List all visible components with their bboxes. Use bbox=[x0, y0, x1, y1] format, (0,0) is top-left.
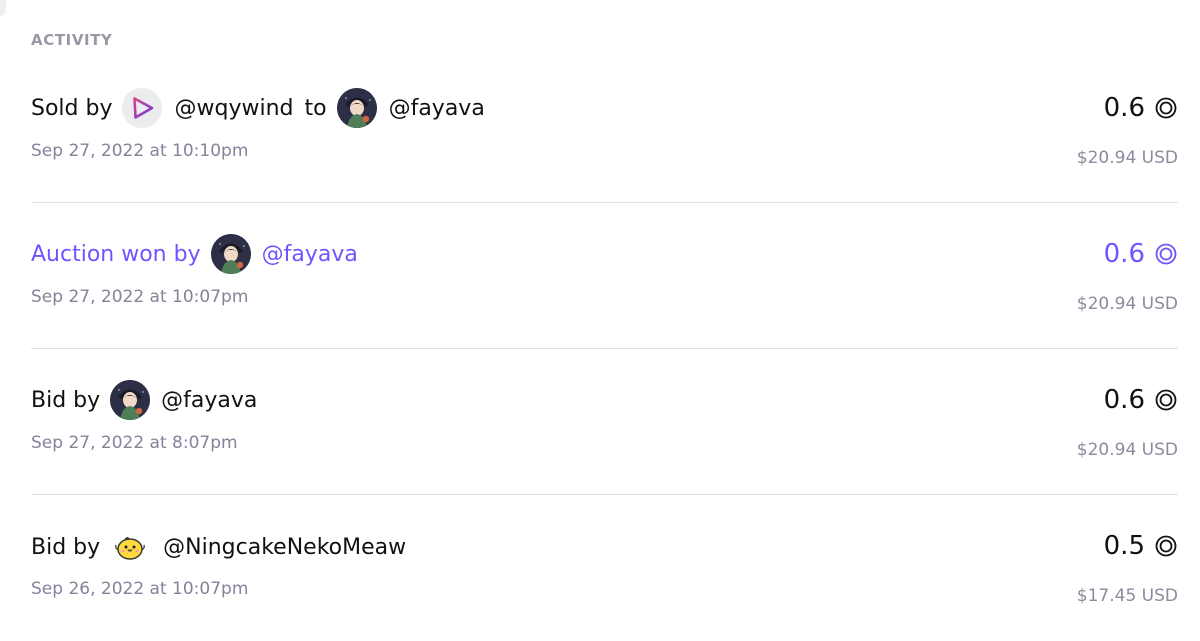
activity-date: Sep 27, 2022 at 10:10pm bbox=[31, 141, 249, 161]
connector-text: to bbox=[304, 95, 327, 121]
activity-item-sold: Sold by @wqywind to @fayava Sep 27, 2022… bbox=[31, 57, 1178, 203]
anime-character-avatar[interactable] bbox=[336, 88, 377, 128]
activity-event-line: Bid by @fayava bbox=[31, 379, 257, 421]
eth-icon bbox=[1154, 242, 1178, 266]
activity-item-bid: Bid by @fayava Sep 27, 2022 at 8:07pm 0.… bbox=[31, 349, 1178, 495]
activity-date: Sep 26, 2022 at 10:07pm bbox=[31, 579, 249, 599]
activity-event-line: Auction won by @fayava bbox=[31, 233, 358, 275]
bidder-handle-link[interactable]: @NingcakeNekoMeaw bbox=[163, 535, 406, 560]
eth-icon bbox=[1154, 96, 1178, 120]
usd-value: $20.94 USD bbox=[1076, 148, 1178, 168]
event-type-label: Bid by bbox=[31, 534, 101, 560]
eth-icon bbox=[1154, 534, 1178, 558]
activity-item-bid: Bid by @NingcakeNekoMeaw Sep 26, 2022 at… bbox=[31, 495, 1178, 641]
activity-item-auction-won: Auction won by @fayava Sep 27, 2022 at 1… bbox=[31, 203, 1178, 349]
event-type-label: Bid by bbox=[31, 387, 101, 413]
activity-event-line: Bid by @NingcakeNekoMeaw bbox=[31, 526, 406, 568]
activity-date: Sep 27, 2022 at 8:07pm bbox=[31, 433, 238, 453]
activity-date: Sep 27, 2022 at 10:07pm bbox=[31, 287, 249, 307]
event-type-label: Auction won by bbox=[31, 241, 201, 267]
left-edge-mark bbox=[0, 0, 6, 16]
anime-character-avatar[interactable] bbox=[110, 380, 151, 420]
usd-value: $20.94 USD bbox=[1076, 440, 1178, 460]
anime-character-avatar[interactable] bbox=[210, 234, 251, 274]
event-type-label: Sold by bbox=[31, 95, 113, 121]
winner-handle-link[interactable]: @fayava bbox=[262, 242, 358, 267]
activity-section-title: ACTIVITY bbox=[31, 31, 113, 49]
price-line: 0.5 bbox=[1104, 529, 1178, 563]
triangle-play-logo-avatar[interactable] bbox=[122, 88, 163, 128]
eth-icon bbox=[1154, 388, 1178, 412]
price-amount: 0.5 bbox=[1103, 531, 1145, 561]
price-amount: 0.6 bbox=[1103, 239, 1145, 269]
yellow-chick-avatar[interactable] bbox=[110, 527, 151, 567]
usd-value: $17.45 USD bbox=[1076, 586, 1178, 606]
seller-handle-link[interactable]: @wqywind bbox=[174, 96, 293, 121]
price-amount: 0.6 bbox=[1103, 385, 1145, 415]
bidder-handle-link[interactable]: @fayava bbox=[161, 388, 257, 413]
activity-event-line: Sold by @wqywind to @fayava bbox=[31, 87, 485, 129]
usd-value: $20.94 USD bbox=[1076, 294, 1178, 314]
price-line: 0.6 bbox=[1104, 383, 1178, 417]
buyer-handle-link[interactable]: @fayava bbox=[389, 96, 485, 121]
price-amount: 0.6 bbox=[1103, 93, 1145, 123]
price-line: 0.6 bbox=[1104, 91, 1178, 125]
price-line: 0.6 bbox=[1104, 237, 1178, 271]
